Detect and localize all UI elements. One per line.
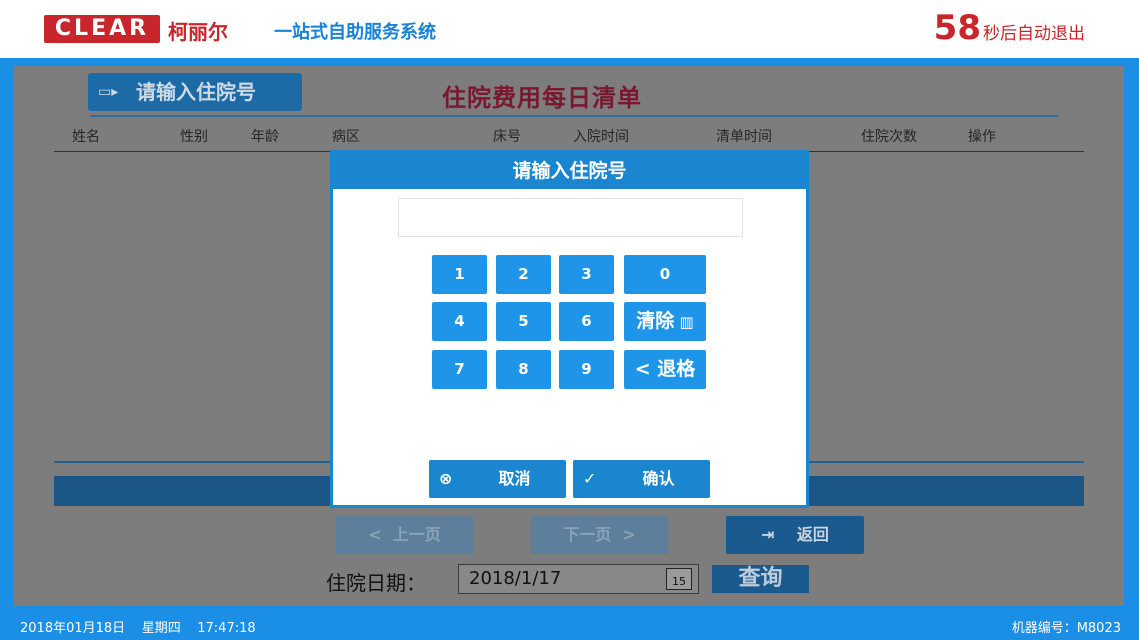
column-header-list-time: 清单时间 [716,129,772,145]
hospital-number-input[interactable] [398,198,743,237]
column-header-admission-time: 入院时间 [573,129,629,145]
status-date: 2018年01月18日 [20,621,126,636]
calendar-day: 15 [672,575,686,588]
cancel-label: 取消 [498,469,531,488]
back-button[interactable]: ⇥ 返回 [726,516,864,554]
brand-name: 柯丽尔 [168,20,228,44]
confirm-label: 确认 [642,469,675,488]
key-3[interactable]: 3 [559,255,614,294]
column-header-name: 姓名 [72,129,100,145]
status-datetime: 2018年01月18日 星期四 17:47:18 [20,617,256,636]
key-4[interactable]: 4 [432,302,487,341]
chevron-left-icon: < [368,525,393,544]
prev-page-button[interactable]: < 上一页 [336,516,473,554]
key-7[interactable]: 7 [432,350,487,389]
brand-logo: CLEAR [44,15,160,43]
column-header-action: 操作 [968,129,996,145]
column-header-visit-count: 住院次数 [861,129,917,145]
key-5[interactable]: 5 [496,302,551,341]
prev-page-label: 上一页 [392,525,441,544]
key-0[interactable]: 0 [624,255,706,294]
dialog-title: 请输入住院号 [333,153,806,189]
countdown-timer: 58 秒后自动退出 [934,8,1085,48]
countdown-value: 58 [933,8,981,48]
chevron-right-icon: > [611,525,636,544]
exit-door-icon: ⇥ [761,525,797,544]
trash-icon: ▥ [674,313,694,331]
confirm-button[interactable]: ✓ 确认 [573,460,710,498]
query-button[interactable]: 查询 [712,565,809,593]
enter-hospital-number-button[interactable]: ▭▸ 请输入住院号 [88,73,302,111]
backspace-label: 退格 [657,358,696,380]
title-divider [90,115,1058,117]
hospital-number-dialog: 请输入住院号 1 2 3 0 4 5 6 清除 ▥ 7 8 9 < 退格 ⊗ 取… [330,150,809,508]
clear-button[interactable]: 清除 ▥ [624,302,706,341]
clear-label: 清除 [636,310,675,332]
key-1[interactable]: 1 [432,255,487,294]
next-page-label: 下一页 [563,525,612,544]
card-reader-icon: ▭▸ [98,84,119,100]
column-header-gender: 性别 [180,129,208,145]
status-time: 17:47:18 [197,621,256,636]
page-title: 住院费用每日清单 [442,84,642,112]
top-header: CLEAR 柯丽尔 一站式自助服务系统 58 秒后自动退出 [0,0,1139,58]
key-2[interactable]: 2 [496,255,551,294]
column-header-ward: 病区 [332,129,360,145]
machine-id: 机器编号：M8023 [1011,621,1121,636]
admission-date-field[interactable]: 2018/1/17 15 [458,564,699,594]
cancel-button[interactable]: ⊗ 取消 [429,460,566,498]
key-8[interactable]: 8 [496,350,551,389]
tag-button-label: 请输入住院号 [136,80,256,104]
chevron-left-icon: < [634,358,658,380]
status-weekday: 星期四 [141,621,181,636]
column-header-age: 年龄 [251,129,279,145]
admission-date-label: 住院日期： [326,571,426,595]
column-header-bed: 床号 [493,129,521,145]
calendar-icon[interactable]: 15 [666,568,692,590]
key-6[interactable]: 6 [559,302,614,341]
backspace-button[interactable]: < 退格 [624,350,706,389]
back-label: 返回 [796,525,829,544]
next-page-button[interactable]: 下一页 > [531,516,668,554]
logo-text: CLEAR [54,16,150,41]
countdown-text: 秒后自动退出 [983,24,1085,44]
key-9[interactable]: 9 [559,350,614,389]
admission-date-value: 2018/1/17 [469,568,562,589]
system-name: 一站式自助服务系统 [274,22,436,43]
